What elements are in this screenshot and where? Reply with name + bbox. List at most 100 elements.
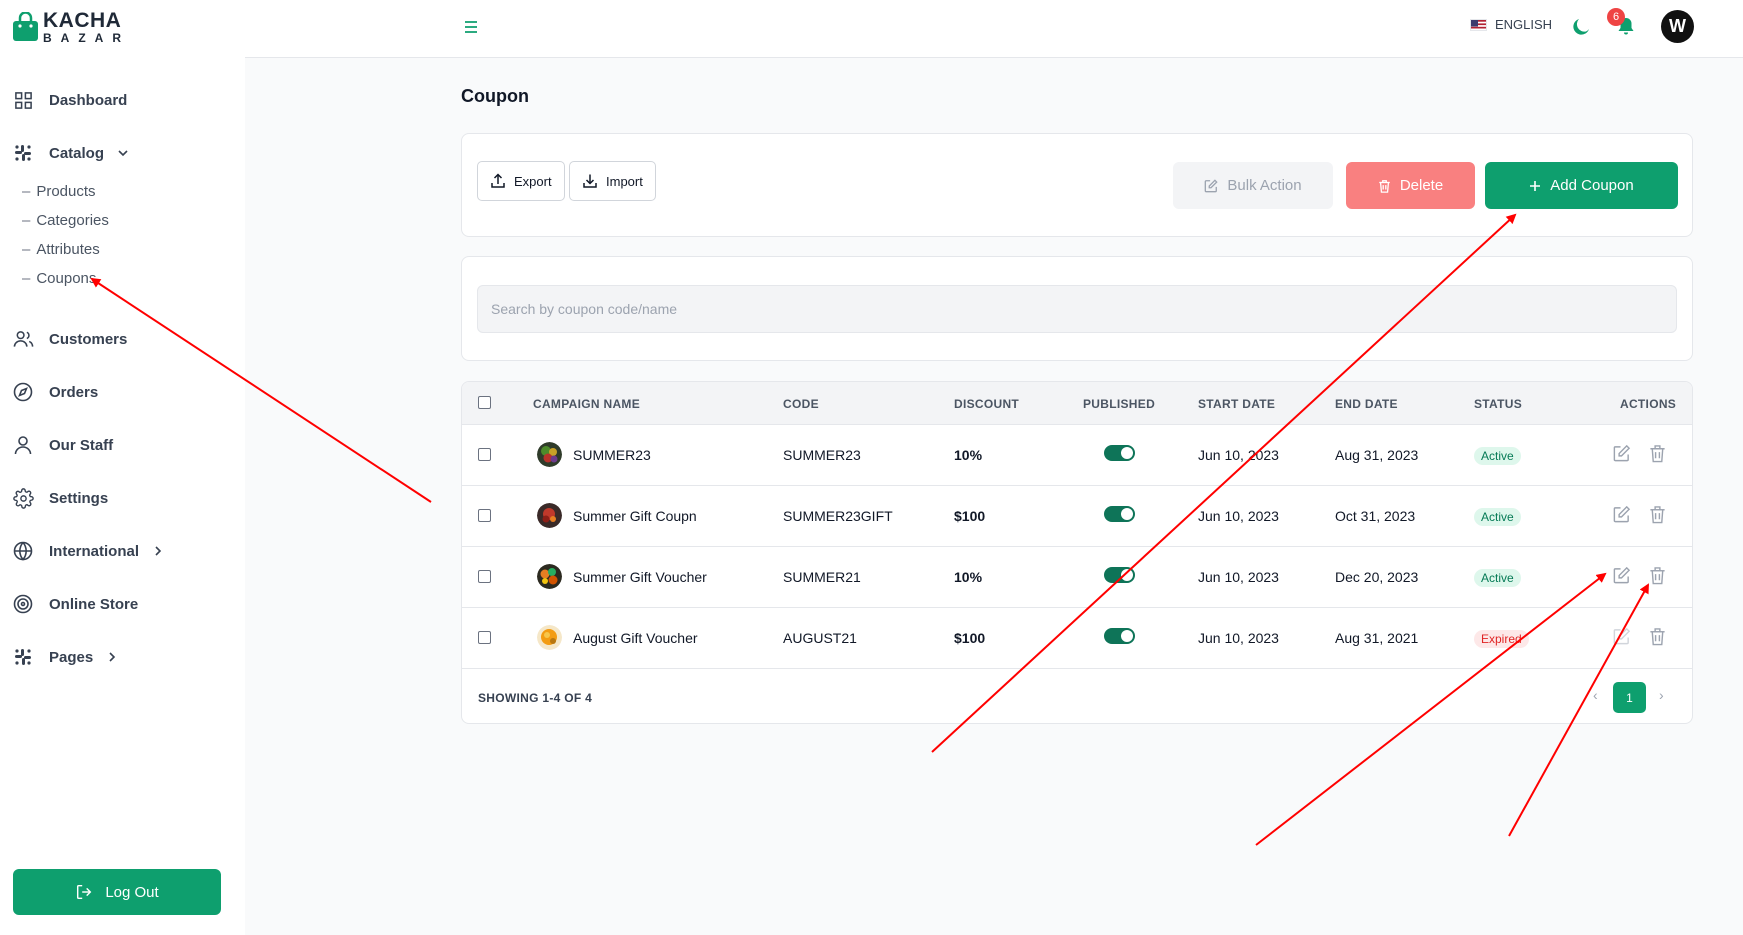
- sidebar-item-pages[interactable]: Pages: [12, 645, 119, 669]
- sidebar-sub-products[interactable]: – Products: [22, 183, 96, 200]
- sidebar-item-orders[interactable]: Orders: [12, 380, 98, 404]
- sidebar-sub-attributes[interactable]: – Attributes: [22, 241, 100, 258]
- coupon-thumbnail: [537, 503, 562, 528]
- language-selector[interactable]: ENGLISH: [1470, 17, 1552, 32]
- trash-icon[interactable]: [1649, 505, 1666, 524]
- add-coupon-button[interactable]: Add Coupon: [1485, 162, 1678, 209]
- slack-icon: [12, 142, 34, 164]
- table-row: August Gift Voucher AUGUST21 $100 Jun 10…: [462, 608, 1692, 669]
- sidebar-sub-coupons[interactable]: – Coupons: [22, 270, 96, 287]
- header-start-date: START DATE: [1198, 397, 1276, 411]
- logo[interactable]: KACHA BAZAR: [12, 10, 130, 44]
- edit-icon: [1204, 178, 1219, 193]
- add-coupon-label: Add Coupon: [1550, 177, 1634, 194]
- published-toggle[interactable]: [1104, 445, 1135, 461]
- trash-icon[interactable]: [1649, 444, 1666, 463]
- campaign-name: Summer Gift Coupn: [573, 508, 697, 524]
- sidebar-item-label: Our Staff: [49, 436, 114, 454]
- import-button[interactable]: Import: [569, 161, 656, 201]
- sidebar-item-online-store[interactable]: Online Store: [12, 592, 138, 616]
- globe-icon: [12, 540, 34, 562]
- sidebar-item-label: Orders: [49, 383, 99, 401]
- logout-icon: [75, 883, 93, 901]
- table-header: CAMPAIGN NAME CODE DISCOUNT PUBLISHED ST…: [462, 382, 1692, 425]
- page-button[interactable]: 1: [1613, 682, 1646, 713]
- coupon-code: SUMMER23GIFT: [783, 508, 893, 524]
- trash-icon: [1378, 179, 1391, 193]
- delete-button[interactable]: Delete: [1346, 162, 1475, 209]
- users-icon: [12, 328, 34, 350]
- sidebar-item-label: Online Store: [49, 595, 139, 613]
- import-label: Import: [606, 173, 643, 189]
- search-card: [461, 256, 1693, 361]
- campaign-name: Summer Gift Voucher: [573, 569, 707, 585]
- trash-icon[interactable]: [1649, 566, 1666, 585]
- bulk-action-button[interactable]: Bulk Action: [1173, 162, 1333, 209]
- edit-icon[interactable]: [1612, 627, 1631, 646]
- header-status: STATUS: [1474, 397, 1523, 411]
- coupon-code: SUMMER23: [783, 447, 861, 463]
- status-badge: Expired: [1474, 630, 1529, 648]
- campaign-name: August Gift Voucher: [573, 630, 698, 646]
- shopping-bag-icon: [12, 11, 39, 42]
- table-row: SUMMER23 SUMMER23 10% Jun 10, 2023 Aug 3…: [462, 425, 1692, 486]
- chevron-right-icon: [151, 544, 165, 558]
- select-all-checkbox[interactable]: [478, 396, 491, 409]
- chevron-left-icon[interactable]: ‹: [1593, 687, 1598, 703]
- sidebar-sub-label: Attributes: [36, 241, 100, 258]
- row-checkbox[interactable]: [478, 448, 491, 461]
- export-button[interactable]: Export: [477, 161, 565, 201]
- row-checkbox[interactable]: [478, 631, 491, 644]
- sidebar-sub-categories[interactable]: – Categories: [22, 212, 109, 229]
- sidebar-item-label: Pages: [49, 648, 94, 666]
- row-checkbox[interactable]: [478, 570, 491, 583]
- status-badge: Active: [1474, 447, 1521, 465]
- logout-label: Log Out: [105, 883, 159, 901]
- sidebar-item-catalog[interactable]: Catalog: [12, 141, 130, 165]
- bulk-action-label: Bulk Action: [1227, 177, 1302, 194]
- header-campaign-name: CAMPAIGN NAME: [533, 397, 641, 411]
- sidebar-item-label: Dashboard: [49, 91, 128, 109]
- sidebar-item-settings[interactable]: Settings: [12, 486, 108, 510]
- discount: 10%: [954, 569, 983, 585]
- edit-icon[interactable]: [1612, 566, 1631, 585]
- sidebar: KACHA BAZAR Dashboard Catalog – Products …: [0, 0, 245, 935]
- slack-icon: [12, 646, 34, 668]
- hamburger-menu-icon[interactable]: [464, 20, 478, 39]
- brand-line2: BAZAR: [43, 31, 130, 45]
- discount: $100: [954, 508, 986, 524]
- table-row: Summer Gift Voucher SUMMER21 10% Jun 10,…: [462, 547, 1692, 608]
- download-icon: [582, 173, 598, 189]
- grid-icon: [12, 89, 34, 111]
- sidebar-sub-label: Categories: [36, 212, 109, 229]
- discount: $100: [954, 630, 986, 646]
- us-flag-icon: [1470, 18, 1487, 31]
- chevron-down-icon: [116, 146, 130, 160]
- avatar[interactable]: W: [1661, 10, 1694, 43]
- published-toggle[interactable]: [1104, 628, 1135, 644]
- sidebar-item-customers[interactable]: Customers: [12, 327, 127, 351]
- chevron-right-icon[interactable]: ›: [1659, 687, 1664, 703]
- sidebar-item-our-staff[interactable]: Our Staff: [12, 433, 113, 457]
- edit-icon[interactable]: [1612, 444, 1631, 463]
- chevron-right-icon: [105, 650, 119, 664]
- end-date: Aug 31, 2021: [1335, 630, 1419, 646]
- published-toggle[interactable]: [1104, 567, 1135, 583]
- table-row: Summer Gift Coupn SUMMER23GIFT $100 Jun …: [462, 486, 1692, 547]
- discount: 10%: [954, 447, 983, 463]
- sidebar-item-dashboard[interactable]: Dashboard: [12, 88, 127, 112]
- search-input[interactable]: [477, 285, 1677, 333]
- logout-button[interactable]: Log Out: [13, 869, 221, 915]
- sidebar-item-label: Catalog: [49, 144, 105, 162]
- row-checkbox[interactable]: [478, 509, 491, 522]
- moon-icon[interactable]: [1572, 16, 1592, 41]
- trash-icon[interactable]: [1649, 627, 1666, 646]
- sidebar-sub-label: Coupons: [36, 270, 97, 287]
- edit-icon[interactable]: [1612, 505, 1631, 524]
- coupon-thumbnail: [537, 625, 562, 650]
- published-toggle[interactable]: [1104, 506, 1135, 522]
- export-label: Export: [514, 173, 552, 189]
- header-code: CODE: [783, 397, 819, 411]
- showing-count: SHOWING 1-4 OF 4: [478, 691, 593, 705]
- sidebar-item-international[interactable]: International: [12, 539, 165, 563]
